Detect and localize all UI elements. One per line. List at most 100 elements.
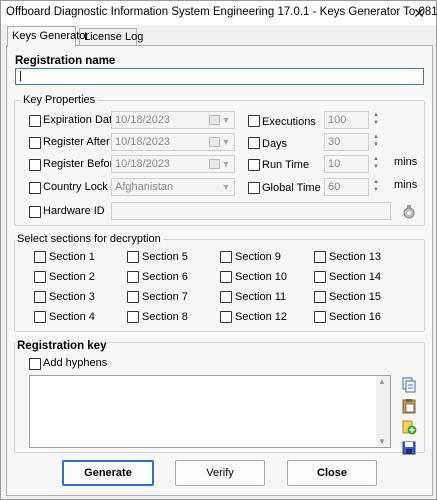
executions-spin-icon[interactable]: ▲ ▼ <box>371 111 381 129</box>
section-14-label: Section 14 <box>329 271 381 283</box>
hardware-id-label: Hardware ID <box>43 205 105 217</box>
run-time-label: Run Time <box>262 159 310 171</box>
key-properties-group: Key Properties Expiration Date 10/18/202… <box>14 94 425 226</box>
add-hyphens-label: Add hyphens <box>43 357 108 369</box>
section-1-label: Section 1 <box>49 251 95 263</box>
executions-checkbox[interactable] <box>248 115 260 127</box>
expiration-date-checkbox[interactable] <box>29 115 41 127</box>
section-2-label: Section 2 <box>49 271 95 283</box>
hardware-id-checkbox[interactable] <box>29 206 41 218</box>
section-16-label: Section 16 <box>329 311 381 323</box>
section-8-checkbox[interactable] <box>127 311 139 323</box>
chevron-down-icon: ▼ <box>221 182 231 192</box>
verify-button[interactable]: Verify <box>175 460 265 486</box>
section-13-checkbox[interactable] <box>314 251 326 263</box>
section-6-checkbox[interactable] <box>127 271 139 283</box>
scroll-up-icon[interactable]: ▲ <box>378 377 386 386</box>
section-4-checkbox[interactable] <box>34 311 46 323</box>
global-time-spin-icon[interactable]: ▲ ▼ <box>371 178 381 196</box>
days-label: Days <box>262 138 288 150</box>
global-time-spinner[interactable]: 60 <box>324 178 369 196</box>
sections-legend: Select sections for decryption <box>15 233 163 245</box>
sections-group: Select sections for decryption Section 1… <box>14 233 425 332</box>
days-value: 30 <box>328 136 341 148</box>
section-6-label: Section 6 <box>142 271 188 283</box>
section-16-checkbox[interactable] <box>314 311 326 323</box>
register-after-label: Register After <box>43 136 110 148</box>
expiration-date-picker[interactable]: 10/18/2023 ▼ <box>111 111 235 129</box>
title-bar: Offboard Diagnostic Information System E… <box>1 1 437 25</box>
section-13-label: Section 13 <box>329 251 381 263</box>
section-12-label: Section 12 <box>235 311 287 323</box>
section-8-label: Section 8 <box>142 311 188 323</box>
run-time-spin-icon[interactable]: ▲ ▼ <box>371 155 381 173</box>
section-5-label: Section 5 <box>142 251 188 263</box>
paste-icon[interactable] <box>401 398 417 414</box>
days-spin-icon[interactable]: ▲ ▼ <box>371 133 381 151</box>
registration-name-value: | <box>19 70 22 82</box>
generate-button-label: Generate <box>84 467 132 479</box>
section-12-checkbox[interactable] <box>220 311 232 323</box>
country-lock-select[interactable]: Afghanistan ▼ <box>111 178 235 196</box>
days-checkbox[interactable] <box>248 137 260 149</box>
scroll-down-icon[interactable]: ▼ <box>378 437 386 446</box>
register-before-picker[interactable]: 10/18/2023 ▼ <box>111 155 235 173</box>
global-time-unit: mins <box>394 179 418 191</box>
run-time-spinner[interactable]: 10 <box>324 155 369 173</box>
expiration-date-value: 10/18/2023 <box>115 114 171 126</box>
chevron-down-icon: ▼ <box>221 159 231 169</box>
calendar-icon <box>209 115 220 125</box>
country-lock-label: Country Lock <box>43 181 108 193</box>
section-2-checkbox[interactable] <box>34 271 46 283</box>
section-3-label: Section 3 <box>49 291 95 303</box>
key-properties-legend: Key Properties <box>21 94 98 106</box>
section-10-checkbox[interactable] <box>220 271 232 283</box>
section-7-label: Section 7 <box>142 291 188 303</box>
add-hyphens-checkbox[interactable] <box>29 358 41 370</box>
section-7-checkbox[interactable] <box>127 291 139 303</box>
register-before-label: Register Before <box>43 158 120 170</box>
hardware-id-input[interactable] <box>111 202 391 220</box>
close-window-icon[interactable]: ✕ <box>402 1 436 25</box>
section-15-checkbox[interactable] <box>314 291 326 303</box>
registration-key-group: Registration key Add hyphens ▲ ▼ <box>14 340 425 456</box>
executions-value: 100 <box>328 114 347 126</box>
expiration-date-label: Expiration Date <box>43 114 119 126</box>
keys-generator-panel: Registration name | Key Properties Expir… <box>6 45 433 496</box>
section-1-checkbox[interactable] <box>34 251 46 263</box>
generate-button[interactable]: Generate <box>62 460 154 486</box>
register-after-value: 10/18/2023 <box>115 136 171 148</box>
chevron-down-icon: ▼ <box>221 137 231 147</box>
section-4-label: Section 4 <box>49 311 95 323</box>
textarea-scrollbar[interactable]: ▲ ▼ <box>376 376 390 447</box>
section-9-checkbox[interactable] <box>220 251 232 263</box>
section-11-checkbox[interactable] <box>220 291 232 303</box>
registration-name-input[interactable]: | <box>15 68 424 85</box>
registration-name-label: Registration name <box>15 55 116 67</box>
registration-key-textarea[interactable]: ▲ ▼ <box>29 375 391 448</box>
hardware-icon[interactable] <box>401 204 417 220</box>
section-14-checkbox[interactable] <box>314 271 326 283</box>
global-time-checkbox[interactable] <box>248 182 260 194</box>
tab-keys-generator[interactable]: Keys Generator <box>7 26 89 47</box>
save-icon[interactable] <box>401 440 417 456</box>
close-button[interactable]: Close <box>287 460 377 486</box>
register-before-checkbox[interactable] <box>29 159 41 171</box>
section-3-checkbox[interactable] <box>34 291 46 303</box>
calendar-icon <box>209 137 220 147</box>
calendar-icon <box>209 159 220 169</box>
executions-spinner[interactable]: 100 <box>324 111 369 129</box>
section-11-label: Section 11 <box>235 291 287 303</box>
copy-icon[interactable] <box>401 377 417 393</box>
section-15-label: Section 15 <box>329 291 381 303</box>
add-key-icon[interactable] <box>401 419 417 435</box>
run-time-checkbox[interactable] <box>248 159 260 171</box>
run-time-value: 10 <box>328 158 341 170</box>
register-after-checkbox[interactable] <box>29 137 41 149</box>
executions-label: Executions <box>262 116 316 128</box>
days-spinner[interactable]: 30 <box>324 133 369 151</box>
country-lock-checkbox[interactable] <box>29 182 41 194</box>
section-5-checkbox[interactable] <box>127 251 139 263</box>
window-title: Offboard Diagnostic Information System E… <box>6 6 437 18</box>
register-after-picker[interactable]: 10/18/2023 ▼ <box>111 133 235 151</box>
